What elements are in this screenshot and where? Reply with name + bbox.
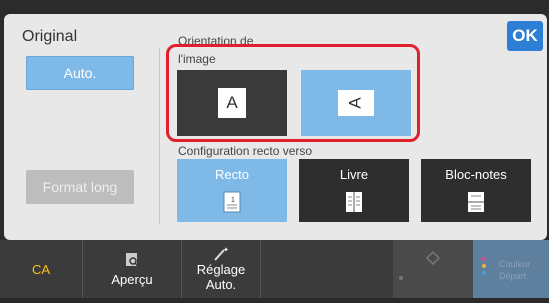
svg-text:1: 1 [231, 197, 235, 204]
color-start-label-line2: Départ [499, 271, 527, 281]
color-dots-icon [482, 257, 486, 275]
tablet-icon [468, 192, 484, 212]
divider [260, 240, 261, 298]
duplex-option-bloc-notes[interactable]: Bloc-notes [421, 159, 531, 222]
format-long-button[interactable]: Format long [26, 170, 134, 204]
duplex-section-label: Configuration recto verso [178, 144, 313, 158]
duplex-option-label: Bloc-notes [445, 167, 507, 182]
preview-icon [126, 252, 139, 267]
start-icon [399, 250, 441, 280]
ca-button[interactable]: CA [0, 240, 82, 298]
orientation-highlight-frame [166, 44, 420, 142]
duplex-option-livre[interactable]: Livre [299, 159, 409, 222]
divider [159, 48, 160, 224]
magic-wand-icon: ✦ [214, 246, 229, 261]
ok-button[interactable]: OK [507, 21, 543, 51]
duplex-option-label: Recto [215, 167, 249, 182]
preview-label: Aperçu [111, 271, 153, 287]
page-title: Original [22, 28, 78, 45]
ca-label: CA [31, 261, 51, 277]
book-icon [346, 192, 362, 212]
bw-start-button[interactable] [393, 240, 473, 298]
auto-adjust-label-line1: Réglage [196, 262, 246, 277]
single-sided-icon: 1 [223, 191, 241, 213]
auto-button[interactable]: Auto. [26, 56, 134, 90]
copy-settings-screen: Original OK Auto. Format long Orientatio… [0, 0, 549, 298]
duplex-option-recto[interactable]: Recto 1 [177, 159, 287, 222]
svg-text:✦: ✦ [223, 246, 229, 254]
preview-button[interactable]: Aperçu [83, 240, 181, 298]
auto-adjust-label-line2: Auto. [205, 277, 237, 292]
auto-adjust-button[interactable]: ✦ Réglage Auto. [182, 240, 260, 298]
color-start-label-line1: Couleur [499, 259, 531, 269]
color-start-button[interactable]: Couleur Départ [473, 240, 549, 298]
duplex-option-label: Livre [339, 167, 369, 182]
